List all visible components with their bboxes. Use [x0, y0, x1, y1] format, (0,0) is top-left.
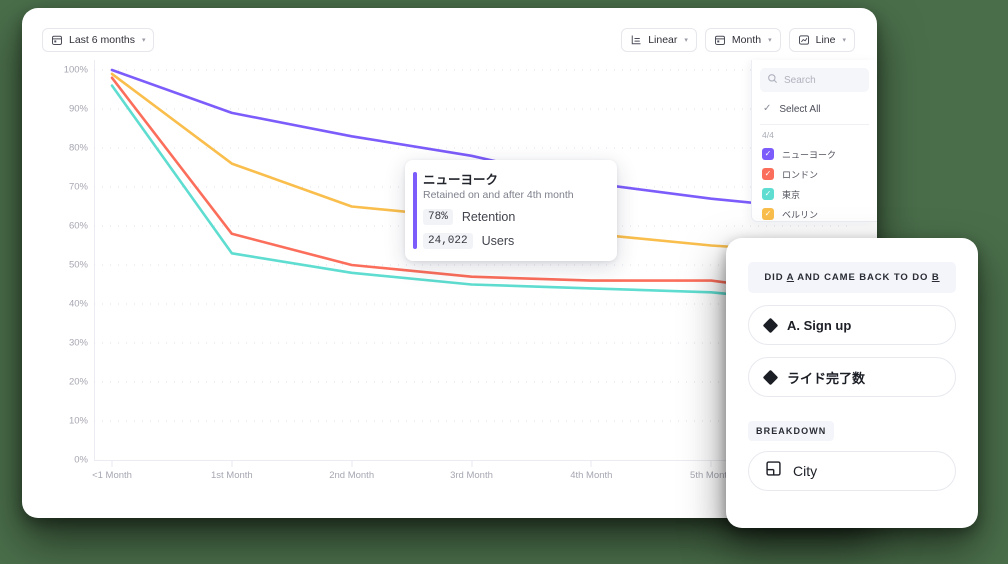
tooltip-row: 24,022 Users — [423, 233, 605, 250]
tooltip-value: 24,022 — [423, 233, 473, 250]
chevron-down-icon: ▾ — [768, 36, 772, 44]
panel-event-label: A. Sign up — [787, 317, 852, 333]
scale-button[interactable]: Linear ▾ — [621, 28, 697, 52]
tooltip-metric-name: Retention — [461, 210, 516, 225]
query-builder-panel: DID A AND CAME BACK TO DO B A. Sign up ライ… — [726, 238, 978, 528]
x-axis-tick — [351, 460, 353, 467]
y-axis-tick-label: 90% — [68, 103, 88, 115]
line-chart-icon — [798, 34, 810, 46]
y-axis-tick-label: 80% — [68, 142, 88, 154]
breakdown-item-city[interactable]: City — [748, 451, 956, 491]
diamond-icon — [762, 317, 779, 333]
axis-icon — [630, 34, 642, 46]
legend-item[interactable]: ✓ ニューヨーク — [760, 144, 869, 164]
granularity-button[interactable]: Month ▾ — [704, 28, 781, 52]
legend-divider — [760, 124, 869, 125]
series-legend-panel: Search ✓ Select All 4/4 ✓ ニューヨーク ✓ ロンドン ✓ 東京 ✓… — [751, 60, 877, 222]
x-axis-tick-label: 4th Month — [570, 470, 613, 481]
chart-tooltip: ニューヨーク Retained on and after 4th month 7… — [405, 160, 617, 262]
scale-label: Linear — [648, 34, 678, 46]
breakdown-icon — [765, 460, 782, 482]
chart-toolbar: Last 6 months ▾ Linear ▾ Month ▾ Line ▾ — [22, 8, 877, 60]
breakdown-section-label: BREAKDOWN — [748, 421, 835, 441]
legend-checkbox[interactable]: ✓ — [762, 188, 774, 200]
toolbar-right-group: Linear ▾ Month ▾ Line ▾ — [621, 28, 855, 52]
calendar-icon — [51, 34, 63, 46]
legend-item[interactable]: ✓ 東京 — [760, 184, 869, 204]
x-axis-tick — [231, 460, 233, 467]
legend-search[interactable]: Search — [760, 68, 869, 92]
y-axis-tick-label: 30% — [68, 337, 88, 349]
panel-event-item[interactable]: ライド完了数 — [748, 357, 956, 397]
x-axis-tick-label: 3rd Month — [450, 470, 493, 481]
date-range-label: Last 6 months — [69, 34, 135, 46]
y-axis-tick-label: 50% — [68, 259, 88, 271]
y-axis-tick-label: 20% — [68, 376, 88, 388]
select-all-row[interactable]: ✓ Select All — [760, 96, 869, 122]
panel-event-label: ライド完了数 — [787, 370, 866, 386]
legend-count: 4/4 — [762, 130, 774, 140]
x-axis-tick — [710, 460, 712, 467]
tooltip-value: 78% — [423, 209, 453, 226]
y-axis-tick-label: 100% — [63, 64, 88, 76]
tooltip-title: ニューヨーク — [423, 173, 499, 187]
tooltip-subtitle: Retained on and after 4th month — [423, 189, 574, 202]
granularity-label: Month — [731, 34, 762, 46]
x-axis-tick-label: 2nd Month — [329, 470, 375, 481]
y-axis-tick-label: 10% — [68, 415, 88, 427]
diamond-icon — [762, 369, 779, 385]
search-icon — [767, 73, 778, 87]
legend-search-placeholder: Search — [784, 74, 816, 86]
legend-item[interactable]: ✓ ベルリン — [760, 204, 869, 224]
chart-type-button[interactable]: Line ▾ — [788, 28, 855, 52]
x-axis-tick — [111, 460, 113, 467]
y-axis-tick-label: 70% — [68, 181, 88, 193]
chart-type-label: Line — [815, 34, 836, 46]
legend-item-label: ベルリン — [782, 209, 819, 220]
breakdown-label: City — [793, 463, 818, 479]
legend-item-label: ニューヨーク — [782, 149, 837, 160]
panel-event-item[interactable]: A. Sign up — [748, 305, 956, 345]
x-axis-tick-label: 1st Month — [210, 470, 253, 481]
tooltip-metric-rows: 78% Retention 24,022 Users — [423, 209, 605, 250]
legend-checkbox[interactable]: ✓ — [762, 208, 774, 220]
legend-checkbox[interactable]: ✓ — [762, 168, 774, 180]
screenshot-root: Last 6 months ▾ Linear ▾ Month ▾ Line ▾ … — [0, 0, 1008, 564]
chevron-down-icon: ▾ — [842, 36, 846, 44]
legend-item-label: 東京 — [782, 189, 801, 200]
chevron-down-icon: ▾ — [684, 36, 688, 44]
legend-item-list: ✓ ニューヨーク ✓ ロンドン ✓ 東京 ✓ ベルリン — [760, 144, 869, 224]
y-axis-tick-label: 40% — [68, 298, 88, 310]
select-all-label: Select All — [779, 103, 821, 115]
date-range-button[interactable]: Last 6 months ▾ — [42, 28, 155, 52]
x-axis-tick — [590, 460, 592, 467]
tooltip-row: 78% Retention — [423, 209, 605, 226]
panel-event-list: A. Sign up ライド完了数 — [748, 305, 956, 397]
calendar-icon — [714, 34, 726, 46]
x-axis-tick-label: <1 Month — [92, 470, 132, 481]
legend-item-label: ロンドン — [782, 169, 819, 180]
legend-item[interactable]: ✓ ロンドン — [760, 164, 869, 184]
x-axis-tick — [471, 460, 472, 467]
chevron-down-icon: ▾ — [141, 36, 146, 44]
tooltip-metric-name: Users — [481, 234, 515, 249]
y-axis-tick-label: 60% — [68, 220, 88, 232]
panel-header: DID A AND CAME BACK TO DO B — [748, 262, 956, 293]
legend-checkbox[interactable]: ✓ — [762, 148, 774, 160]
y-axis-tick-label: 0% — [74, 454, 88, 466]
check-icon: ✓ — [763, 103, 772, 114]
y-axis-labels: 0% 10% 20% 30% 40% 50% 60% 70% 80% 90% 100% — [22, 60, 94, 466]
